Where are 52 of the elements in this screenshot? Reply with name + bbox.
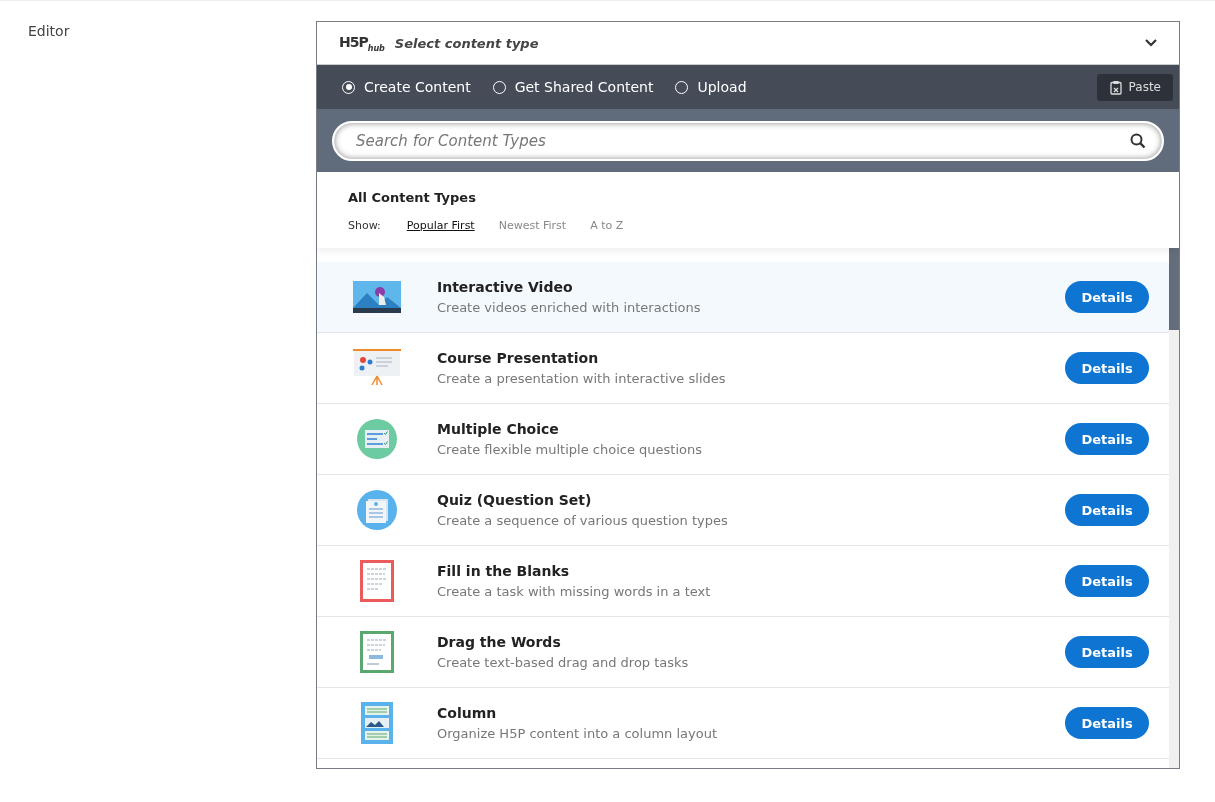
- tab[interactable]: Upload: [675, 79, 747, 95]
- sort-label: Show:: [348, 219, 381, 232]
- content-type-title: Multiple Choice: [437, 421, 560, 437]
- search-field[interactable]: Search for Content Types: [332, 120, 1164, 161]
- content-type-description: Create flexible multiple choice questions: [437, 442, 703, 457]
- paste-button[interactable]: Paste: [1096, 73, 1173, 101]
- search-icon: [1130, 132, 1146, 149]
- content-type-row[interactable]: Drag the Words Create text-based drag and drop tasks Details: [317, 617, 1169, 688]
- hub-logo: H5P$_{hub}$: [339, 33, 385, 53]
- content-type-description: Create a presentation with interactive slides: [437, 371, 727, 386]
- details-button[interactable]: Details: [1065, 565, 1149, 597]
- column-layout-icon: [361, 702, 393, 744]
- sort-option[interactable]: A to Z: [590, 219, 624, 232]
- section-title: All Content Types: [348, 190, 477, 205]
- content-type-title: Interactive Video: [437, 279, 574, 295]
- content-type-title: Drag the Words: [437, 634, 562, 650]
- details-button[interactable]: Details: [1065, 494, 1149, 526]
- video-icon: [353, 281, 401, 313]
- content-type-description: Organize H5P content into a column layout: [437, 726, 718, 741]
- tab[interactable]: Get Shared Content: [492, 79, 654, 95]
- content-type-row[interactable]: Multiple Choice Create flexible multiple choice questions Details: [317, 404, 1169, 475]
- sort-option[interactable]: Newest First: [498, 219, 567, 232]
- details-button[interactable]: Details: [1065, 281, 1149, 313]
- content-type-row[interactable]: Interactive Video Create videos enriched with interactions Details: [317, 262, 1169, 333]
- content-type-description: Create a task with missing words in a text: [437, 584, 712, 599]
- question-sheets-icon: [356, 489, 398, 531]
- details-button[interactable]: Details: [1065, 352, 1149, 384]
- tab[interactable]: Create Content: [342, 79, 471, 95]
- details-button[interactable]: Details: [1065, 423, 1149, 455]
- content-type-title: Column: [437, 705, 498, 721]
- content-type-row[interactable]: Course Presentation Create a presentation with interactive slides Details: [317, 333, 1169, 404]
- content-type-description: Create a sequence of various question types: [437, 513, 729, 528]
- checklist-icon: [356, 418, 398, 460]
- hub-title: Select content type: [394, 35, 540, 51]
- details-button[interactable]: Details: [1065, 707, 1149, 739]
- text-sheet-icon: [360, 560, 394, 602]
- content-type-title: Fill in the Blanks: [437, 563, 571, 579]
- content-type-description: Create videos enriched with interactions: [437, 300, 702, 315]
- content-type-row[interactable]: Fill in the Blanks Create a task with missing words in a text Details: [317, 546, 1169, 617]
- presentation-board-icon: [352, 348, 402, 388]
- scrollbar[interactable]: [1169, 248, 1179, 768]
- text-sheet-icon: [360, 631, 394, 673]
- content-type-title: Course Presentation: [437, 350, 600, 366]
- content-type-row[interactable]: Quiz (Question Set) Create a sequence of various question types Details: [317, 475, 1169, 546]
- content-type-row[interactable]: Column Organize H5P content into a column layout Details: [317, 688, 1169, 759]
- field-label: Editor: [28, 22, 71, 41]
- content-type-description: Create text-based drag and drop tasks: [437, 655, 690, 670]
- chevron-icon[interactable]: [1145, 39, 1157, 47]
- details-button[interactable]: Details: [1065, 636, 1149, 668]
- sort-option[interactable]: Popular First: [406, 219, 475, 232]
- content-type-title: Quiz (Question Set): [437, 492, 593, 508]
- clipboard-icon: [1108, 79, 1123, 95]
